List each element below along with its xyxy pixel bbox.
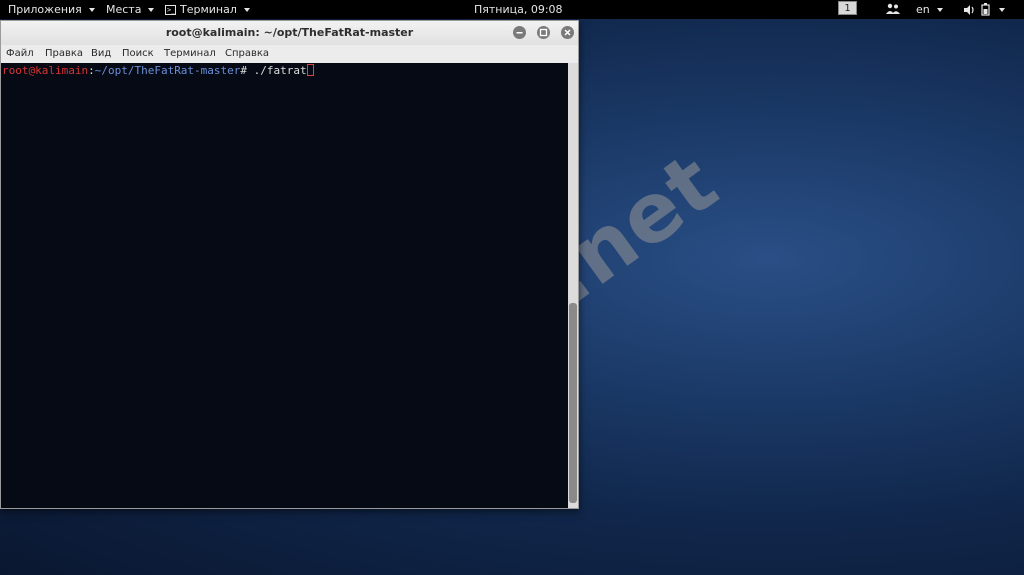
prompt-line: root@kalimain:~/opt/TheFatRat-master# ./…: [2, 64, 314, 77]
user-people-icon[interactable]: [886, 3, 900, 15]
text-cursor: [306, 64, 314, 76]
terminal-app-label: Терминал: [180, 3, 237, 16]
maximize-icon[interactable]: [537, 26, 550, 39]
applications-label: Приложения: [8, 3, 82, 16]
volume-icon: [964, 4, 974, 15]
chevron-down-icon: [148, 7, 155, 12]
keyboard-layout-menu[interactable]: en: [916, 3, 943, 16]
command-text: ./fatrat: [253, 64, 307, 77]
places-menu[interactable]: Места: [106, 3, 155, 16]
menu-edit[interactable]: Правка: [45, 48, 83, 59]
applications-menu[interactable]: Приложения: [8, 3, 95, 16]
menubar: Файл Правка Вид Поиск Терминал Справка: [1, 45, 578, 63]
power-battery-icon: [981, 3, 990, 16]
keyboard-layout-label: en: [916, 3, 930, 16]
menu-search[interactable]: Поиск: [122, 48, 154, 59]
menu-file[interactable]: Файл: [6, 48, 34, 59]
clock-label: Пятница, 09:08: [474, 3, 563, 16]
minimize-icon[interactable]: [513, 26, 526, 39]
places-label: Места: [106, 3, 142, 16]
close-icon[interactable]: [561, 26, 574, 39]
scrollbar-thumb[interactable]: [569, 303, 577, 503]
chevron-down-icon: [243, 7, 250, 12]
terminal-window[interactable]: root@kalimain: ~/opt/TheFatRat-master Фа…: [0, 20, 579, 509]
prompt-char: #: [240, 64, 254, 77]
window-titlebar[interactable]: root@kalimain: ~/opt/TheFatRat-master: [1, 21, 578, 45]
terminal-output[interactable]: root@kalimain:~/opt/TheFatRat-master# ./…: [1, 63, 568, 508]
prompt-separator: :: [88, 64, 95, 77]
prompt-path: ~/opt/TheFatRat-master: [94, 64, 241, 77]
chevron-down-icon: [88, 7, 95, 12]
chevron-down-icon: [936, 7, 943, 12]
terminal-icon: >_: [165, 4, 176, 15]
workspace-number: 1: [838, 1, 857, 15]
window-title: root@kalimain: ~/opt/TheFatRat-master: [165, 26, 414, 39]
menu-help[interactable]: Справка: [225, 48, 269, 59]
people-icon: [886, 3, 900, 14]
terminal-app-menu[interactable]: >_ Терминал: [165, 3, 250, 16]
top-panel: Приложения Места >_ Терминал Пятница, 09…: [0, 0, 1024, 19]
clock[interactable]: Пятница, 09:08: [474, 3, 563, 16]
vertical-scrollbar[interactable]: [568, 63, 578, 508]
menu-terminal[interactable]: Терминал: [164, 48, 216, 59]
menu-view[interactable]: Вид: [91, 48, 111, 59]
chevron-down-icon: [999, 7, 1005, 12]
system-menu[interactable]: [963, 3, 1005, 16]
workspace-indicator[interactable]: 1: [838, 1, 857, 15]
prompt-user-host: root@kalimain: [2, 64, 89, 77]
